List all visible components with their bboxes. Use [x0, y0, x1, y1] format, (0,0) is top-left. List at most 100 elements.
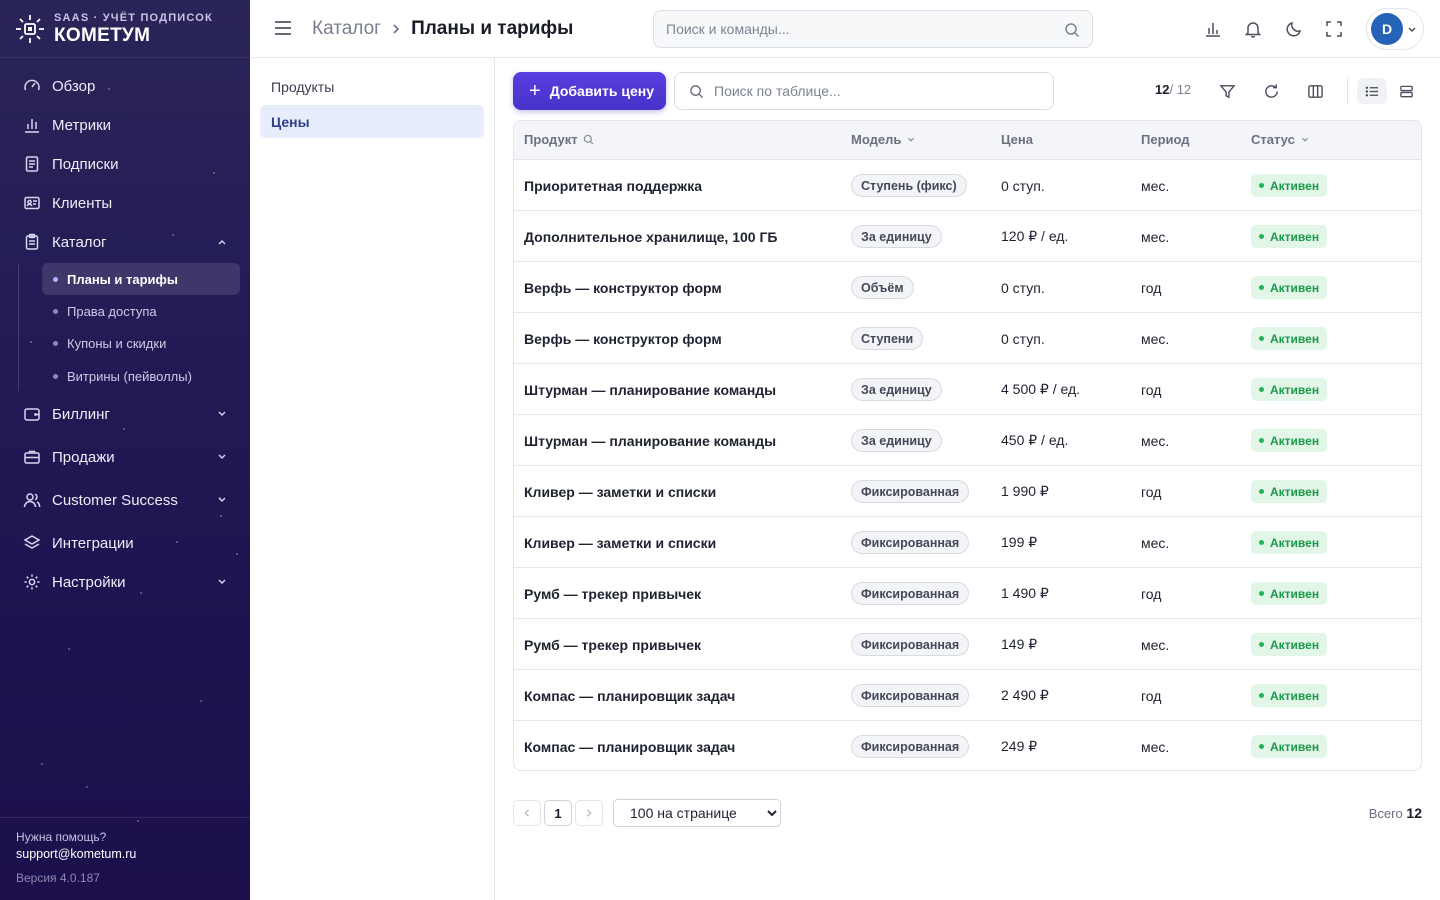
list-view-icon[interactable] — [1361, 80, 1383, 102]
analytics-icon[interactable] — [1202, 18, 1224, 40]
cell-status: Активен — [1251, 466, 1328, 517]
document-icon — [12, 155, 52, 173]
cell-product[interactable]: Дополнительное хранилище, 100 ГБ — [524, 211, 777, 262]
sidebar-item-billing[interactable]: Биллинг — [12, 397, 238, 431]
sidebar-item-settings[interactable]: Настройки — [12, 565, 238, 599]
page-title: Планы и тарифы — [411, 18, 574, 39]
subnav-prices[interactable]: Цены — [260, 105, 484, 138]
sidebar-subitem-label: Права доступа — [67, 303, 157, 319]
id-card-icon — [12, 194, 52, 212]
help-title: Нужна помощь? — [16, 830, 107, 844]
status-badge: Активен — [1251, 531, 1328, 554]
price-value: 120 ₽ / ед. — [1001, 228, 1069, 244]
chevron-down-icon — [218, 579, 226, 584]
sidebar-subitem-coupons[interactable]: Купоны и скидки — [42, 327, 240, 359]
sidebar-subitem-plans[interactable]: Планы и тарифы — [42, 263, 240, 295]
status-badge: Активен — [1251, 378, 1328, 401]
breadcrumb-catalog[interactable]: Каталог — [312, 18, 381, 40]
table-row[interactable]: Румб — трекер привычек Фиксированная 1 490… — [514, 568, 1421, 619]
sidebar-item-metrics[interactable]: Метрики — [12, 108, 238, 142]
product-name: Верфь — конструктор форм — [524, 330, 722, 347]
cell-product[interactable]: Штурман — планирование команды — [524, 415, 776, 466]
subnav-products[interactable]: Продукты — [260, 70, 484, 103]
cell-product[interactable]: Штурман — планирование команды — [524, 364, 776, 415]
row-count: 12/ 12 — [1155, 82, 1191, 97]
sidebar-item-label: Продажи — [52, 448, 115, 466]
column-header-model[interactable]: Модель — [851, 132, 916, 147]
menu-icon[interactable] — [274, 20, 292, 36]
bell-icon[interactable] — [1242, 18, 1264, 40]
table-row[interactable]: Приоритетная поддержка Ступень (фикс) 0 ст… — [514, 160, 1421, 211]
cell-price: 199 ₽ — [1001, 517, 1037, 568]
page-number-button[interactable]: 1 — [544, 800, 572, 826]
chevron-down-icon — [1408, 27, 1416, 32]
table-search-input[interactable] — [714, 83, 1034, 99]
total-count: Всего 12 — [1369, 805, 1422, 821]
cell-product[interactable]: Кливер — заметки и списки — [524, 466, 716, 517]
sidebar-item-subscriptions[interactable]: Подписки — [12, 147, 238, 181]
search-icon[interactable] — [583, 134, 594, 145]
cell-period: мес. — [1141, 517, 1169, 568]
moon-icon[interactable] — [1283, 18, 1305, 40]
brand[interactable]: SAAS · УЧЁТ ПОДПИСОК КОМЕТУМ — [0, 0, 250, 58]
chevron-down-icon — [218, 454, 226, 459]
column-header-period[interactable]: Период — [1141, 132, 1190, 147]
sidebar-item-overview[interactable]: Обзор — [12, 69, 238, 103]
filter-icon[interactable] — [1216, 80, 1238, 102]
period-value: год — [1141, 279, 1162, 296]
table-row[interactable]: Штурман — планирование команды За единицу… — [514, 364, 1421, 415]
cell-product[interactable]: Верфь — конструктор форм — [524, 313, 722, 364]
page-size-select[interactable]: 100 на странице — [613, 799, 781, 827]
column-header-product[interactable]: Продукт — [524, 132, 594, 147]
compact-view-icon[interactable] — [1395, 80, 1417, 102]
sidebar-subitem-access-rights[interactable]: Права доступа — [42, 295, 240, 327]
table-row[interactable]: Верфь — конструктор форм Объём 0 ступ. год А… — [514, 262, 1421, 313]
price-value: 2 490 ₽ — [1001, 687, 1049, 703]
table-row[interactable]: Кливер — заметки и списки Фиксированная 1 … — [514, 466, 1421, 517]
cell-price: 450 ₽ / ед. — [1001, 415, 1068, 466]
search-icon[interactable] — [1064, 22, 1080, 38]
user-menu[interactable]: D — [1366, 8, 1424, 50]
status-badge: Активен — [1251, 582, 1328, 605]
global-search-input[interactable] — [654, 21, 1044, 37]
table-row[interactable]: Дополнительное хранилище, 100 ГБ За едини… — [514, 211, 1421, 262]
period-value: мес. — [1141, 228, 1170, 245]
table-row[interactable]: Компас — планировщик задач Фиксированная 2… — [514, 670, 1421, 721]
column-header-status[interactable]: Статус — [1251, 132, 1310, 147]
cell-product[interactable]: Компас — планировщик задач — [524, 721, 736, 770]
cell-product[interactable]: Румб — трекер привычек — [524, 619, 701, 670]
period-value: мес. — [1141, 534, 1170, 551]
cell-product[interactable]: Румб — трекер привычек — [524, 568, 701, 619]
columns-icon[interactable] — [1304, 80, 1326, 102]
cell-product[interactable]: Кливер — заметки и списки — [524, 517, 716, 568]
cell-status: Активен — [1251, 415, 1328, 466]
status-badge: Активен — [1251, 225, 1328, 248]
sidebar-item-clients[interactable]: Клиенты — [12, 186, 238, 220]
next-page-button[interactable] — [575, 800, 603, 826]
fullscreen-icon[interactable] — [1323, 18, 1345, 40]
sidebar-item-catalog[interactable]: Каталог — [12, 225, 238, 259]
table-row[interactable]: Кливер — заметки и списки Фиксированная 19… — [514, 517, 1421, 568]
sidebar-footer: Нужна помощь? support@kometum.ru Версия … — [0, 817, 250, 900]
table-row[interactable]: Компас — планировщик задач Фиксированная 2… — [514, 721, 1421, 770]
add-price-button[interactable]: + Добавить цену — [513, 72, 666, 110]
sidebar-item-sales[interactable]: Продажи — [12, 440, 238, 474]
refresh-icon[interactable] — [1260, 80, 1282, 102]
sidebar-subitem-paywalls[interactable]: Витрины (пейволлы) — [42, 360, 240, 392]
cell-product[interactable]: Компас — планировщик задач — [524, 670, 735, 721]
product-name: Компас — планировщик задач — [524, 738, 736, 755]
table-row[interactable]: Румб — трекер привычек Фиксированная 149 ₽… — [514, 619, 1421, 670]
column-header-price[interactable]: Цена — [1001, 132, 1033, 147]
table-row[interactable]: Штурман — планирование команды За единицу… — [514, 415, 1421, 466]
prev-page-button[interactable] — [513, 800, 541, 826]
sidebar-item-integrations[interactable]: Интеграции — [12, 526, 238, 560]
status-label: Активен — [1270, 280, 1320, 295]
table-row[interactable]: Верфь — конструктор форм Ступени 0 ступ. ме… — [514, 313, 1421, 364]
model-badge: Фиксированная — [851, 735, 970, 758]
cell-product[interactable]: Верфь — конструктор форм — [524, 262, 722, 313]
cell-period: мес. — [1141, 211, 1169, 262]
support-email-link[interactable]: support@kometum.ru — [16, 847, 234, 861]
product-name: Штурман — планирование команды — [524, 432, 777, 449]
cell-product[interactable]: Приоритетная поддержка — [524, 160, 702, 211]
sidebar-item-customer-success[interactable]: Customer Success — [12, 483, 238, 517]
